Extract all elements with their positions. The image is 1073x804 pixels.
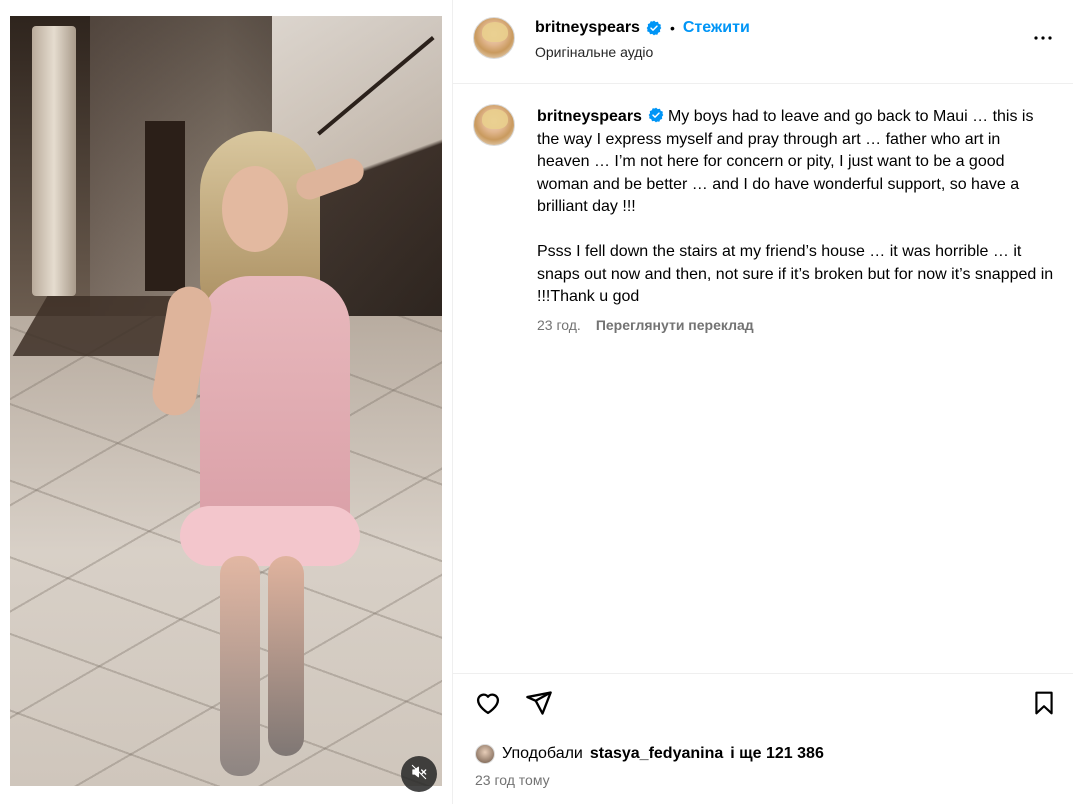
video-column — [32, 26, 76, 296]
paper-plane-icon — [525, 689, 553, 722]
follow-button[interactable]: Стежити — [683, 19, 750, 37]
caption-text: britneyspears My boys had to leave and go… — [537, 106, 1057, 309]
separator-dot: • — [669, 20, 675, 36]
save-button[interactable] — [1028, 689, 1060, 721]
post-media-area — [0, 0, 452, 804]
bookmark-icon — [1031, 689, 1057, 722]
post-timestamp: 23 год тому — [475, 772, 550, 788]
liker-username[interactable]: stasya_fedyanina — [590, 745, 723, 763]
post-actions: Уподобали stasya_fedyanina і ще 121 386 … — [453, 673, 1073, 804]
likes-summary: Уподобали stasya_fedyanina і ще 121 386 — [475, 744, 824, 764]
audio-link[interactable]: Оригінальне аудіо — [535, 44, 653, 60]
caption-author-username[interactable]: britneyspears — [537, 108, 642, 125]
verified-badge-icon — [646, 20, 662, 36]
caption-meta: 23 год. Переглянути переклад — [537, 317, 754, 333]
mute-button[interactable] — [401, 756, 437, 792]
caption-time[interactable]: 23 год. — [537, 317, 581, 333]
liker-avatar[interactable] — [475, 744, 495, 764]
verified-badge-icon — [648, 107, 664, 123]
caption-paragraph-2: Psss I fell down the stairs at my friend… — [537, 242, 1054, 306]
heart-icon — [474, 689, 502, 722]
more-horizontal-icon — [1031, 26, 1055, 55]
video-figure-face — [222, 166, 288, 252]
post-video[interactable] — [10, 16, 442, 786]
likes-count[interactable]: і ще 121 386 — [730, 745, 824, 763]
share-button[interactable] — [523, 689, 555, 721]
video-figure-dress-trim — [180, 506, 360, 566]
post-side-panel: britneyspears • Стежити Оригінальне ауді… — [452, 0, 1073, 804]
likes-prefix: Уподобали — [502, 745, 583, 762]
speaker-muted-icon — [411, 764, 427, 785]
caption-author-avatar[interactable] — [473, 104, 515, 146]
video-figure-leg — [220, 556, 260, 776]
author-line: britneyspears • Стежити — [535, 19, 750, 37]
author-avatar[interactable] — [473, 17, 515, 59]
see-translation-button[interactable]: Переглянути переклад — [596, 317, 754, 333]
more-options-button[interactable] — [1031, 28, 1055, 52]
video-figure-leg — [268, 556, 304, 756]
post-header: britneyspears • Стежити Оригінальне ауді… — [453, 0, 1073, 84]
author-username[interactable]: britneyspears — [535, 19, 640, 37]
video-doorway — [145, 121, 185, 291]
like-button[interactable] — [472, 689, 504, 721]
